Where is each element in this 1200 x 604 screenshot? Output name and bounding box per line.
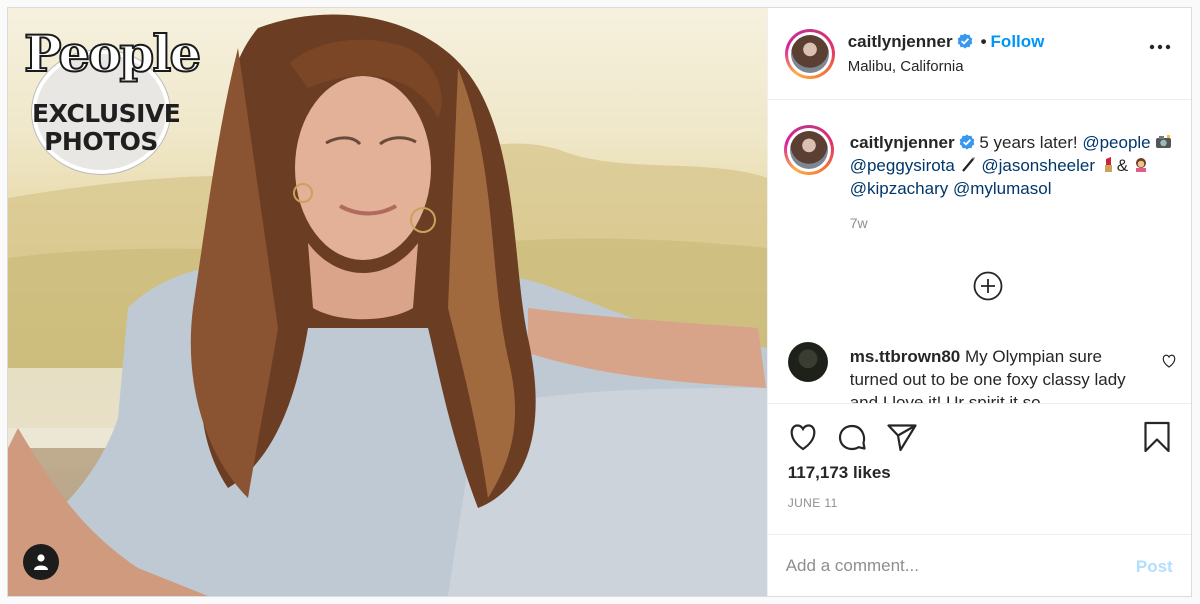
verified-badge-icon — [957, 33, 972, 49]
comment-input[interactable] — [785, 551, 1106, 581]
badge-line-1: EXCLUSIVE — [32, 99, 181, 128]
comments-list[interactable]: caitlynjenner 5 years later! @people @pe… — [767, 101, 1191, 404]
header-username[interactable]: caitlynjenner — [848, 32, 953, 51]
mention-peggysirota[interactable]: @peggysirota — [850, 156, 955, 175]
mention-mylumasol[interactable]: @mylumasol — [953, 179, 1052, 198]
caption-amp: & — [1116, 156, 1129, 175]
avatar[interactable] — [784, 29, 835, 79]
post-date[interactable]: JUNE 11 — [788, 496, 838, 510]
post-comment-button[interactable]: Post — [1136, 557, 1173, 577]
caption-username[interactable]: caitlynjenner — [850, 133, 955, 152]
commenter-avatar[interactable] — [787, 342, 828, 382]
comment-icon[interactable] — [835, 420, 869, 454]
likes-count[interactable]: 117,173 likes — [788, 463, 891, 483]
avatar-image — [790, 35, 829, 73]
caption-body: 5 years later! — [979, 133, 1078, 152]
comment-text-block: ms.ttbrown80 My Olympian sure turned out… — [850, 345, 1150, 403]
more-options-icon[interactable] — [1149, 44, 1171, 50]
badge-brand: People — [23, 24, 202, 83]
header-separator: • — [980, 32, 987, 51]
avatar-image — [789, 131, 828, 169]
caption-text: caitlynjenner 5 years later! @people @pe… — [850, 131, 1180, 200]
verified-badge-icon — [959, 134, 974, 150]
user-icon — [34, 554, 48, 570]
post-photo[interactable]: People EXCLUSIVE PHOTOS — [8, 8, 767, 596]
caption-age[interactable]: 7w — [850, 215, 868, 231]
camera-emoji-icon — [1156, 135, 1172, 148]
comment-username[interactable]: ms.ttbrown80 — [850, 347, 961, 366]
lipstick-emoji-icon — [1104, 157, 1112, 172]
people-exclusive-badge: People EXCLUSIVE PHOTOS — [23, 25, 202, 176]
follow-button[interactable]: Follow — [991, 32, 1045, 51]
caption-avatar[interactable] — [783, 125, 834, 175]
badge-line-2: PHOTOS — [44, 127, 158, 156]
bookmark-icon[interactable] — [1140, 420, 1174, 454]
action-bar — [768, 416, 1191, 456]
post-details: caitlynjenner • Follow Malibu, California… — [766, 8, 1191, 596]
comment-like-icon[interactable] — [1161, 353, 1177, 369]
share-icon[interactable] — [885, 420, 919, 454]
mention-people[interactable]: @people — [1082, 133, 1150, 152]
heart-icon[interactable] — [786, 420, 820, 454]
haircut-emoji-icon — [1135, 158, 1146, 172]
location-link[interactable]: Malibu, California — [848, 58, 964, 75]
load-more-comments-icon[interactable] — [973, 271, 1003, 301]
add-comment-bar: Post — [767, 534, 1191, 596]
brush-emoji-icon — [961, 157, 975, 172]
instagram-post: People EXCLUSIVE PHOTOS caitlynjenner • … — [7, 7, 1192, 597]
tagged-users-button[interactable] — [23, 544, 59, 580]
badge-text: EXCLUSIVE PHOTOS — [32, 99, 181, 156]
header-name-line: caitlynjenner • Follow — [848, 32, 1045, 52]
mention-jasonsheeler[interactable]: @jasonsheeler — [981, 156, 1095, 175]
mention-kipzachary[interactable]: @kipzachary — [850, 179, 949, 198]
post-header: caitlynjenner • Follow Malibu, California — [767, 8, 1191, 100]
